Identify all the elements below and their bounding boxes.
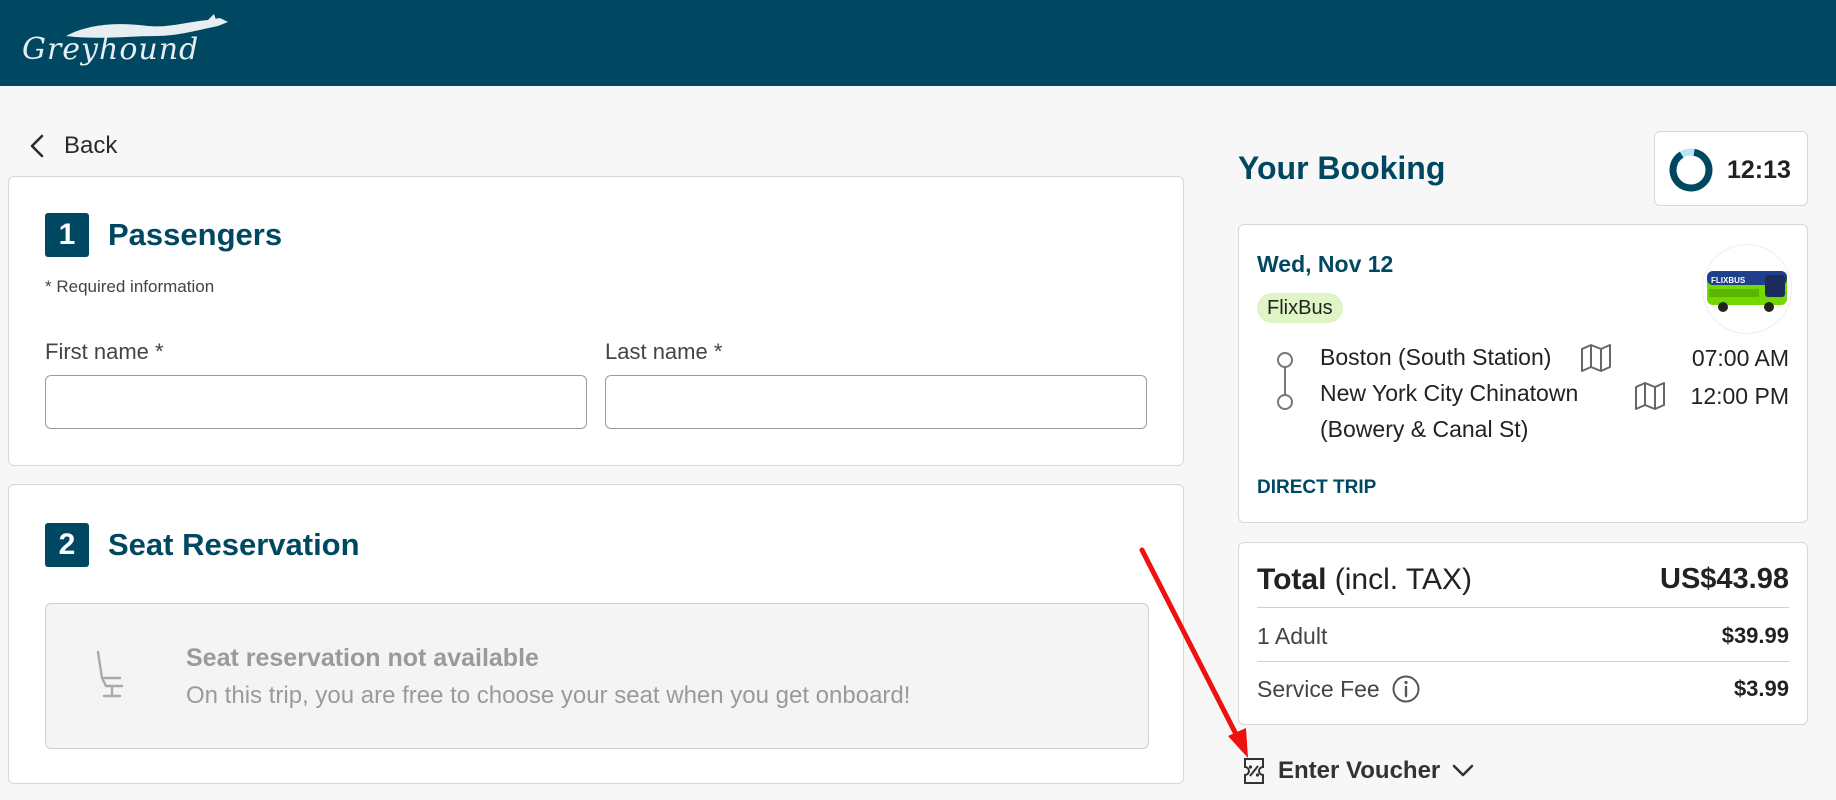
bus-icon: FLIXBUS [1707, 271, 1787, 312]
price-summary: Total (incl. TAX) US$43.98 1 Adult $39.9… [1238, 542, 1808, 725]
arrival-stop-line1: New York City Chinatown [1320, 380, 1579, 406]
departure-time: 07:00 AM [1691, 345, 1789, 371]
section-title: Seat Reservation [108, 527, 360, 562]
first-name-label: First name * [45, 339, 164, 364]
last-name-label: Last name * [605, 339, 723, 364]
enter-voucher-button[interactable]: Enter Voucher [1242, 756, 1474, 786]
total-value: US$43.98 [1660, 563, 1789, 595]
seat-notice: Seat reservation not available On this t… [45, 603, 1149, 749]
voucher-label: Enter Voucher [1278, 757, 1441, 784]
map-icon[interactable] [1633, 381, 1667, 411]
chevron-left-icon [30, 134, 44, 158]
service-fee-value: $3.99 [1733, 676, 1789, 701]
arrival-time: 12:00 PM [1690, 383, 1789, 409]
divider [1257, 607, 1789, 608]
departure-stop: Boston (South Station) [1320, 344, 1552, 370]
seat-notice-text: On this trip, you are free to choose you… [186, 682, 911, 709]
map-icon[interactable] [1579, 343, 1613, 373]
step-number: 2 [45, 523, 89, 567]
total-label-suffix: (incl. TAX) [1334, 563, 1473, 596]
seat-icon [96, 650, 124, 698]
total-label-strong: Total [1257, 563, 1327, 596]
first-name-field[interactable] [45, 375, 587, 429]
adult-label: 1 Adult [1257, 623, 1328, 649]
required-note: * Required information [45, 277, 215, 296]
chevron-down-icon [1452, 764, 1474, 777]
timer-text: 12:13 [1727, 156, 1791, 184]
info-icon[interactable] [1391, 674, 1421, 704]
trip-type: DIRECT TRIP [1257, 477, 1377, 498]
divider [1257, 661, 1789, 662]
service-fee-label: Service Fee [1257, 676, 1380, 702]
greyhound-logo[interactable]: Greyhound [18, 12, 228, 74]
total-label: Total (incl. TAX) [1257, 563, 1472, 597]
seat-notice-title: Seat reservation not available [186, 644, 539, 672]
timer-ring-icon [1669, 148, 1713, 192]
booking-title: Your Booking [1238, 150, 1446, 186]
top-bar: Greyhound [0, 0, 1836, 86]
svg-text:FLIXBUS: FLIXBUS [1711, 276, 1746, 285]
arrival-stop-line2: (Bowery & Canal St) [1320, 416, 1529, 442]
bus-image: FLIXBUS [1702, 244, 1792, 334]
logo-text: Greyhound [22, 32, 200, 67]
section-title: Passengers [108, 217, 283, 252]
back-label: Back [64, 132, 118, 159]
back-button[interactable]: Back [28, 132, 117, 160]
seat-reservation-section: 2 Seat Reservation Seat reservation not … [8, 484, 1184, 784]
trip-card: Wed, Nov 12 FlixBus FLIXBUS Boston (Sout… [1238, 224, 1808, 523]
voucher-icon [1244, 758, 1264, 784]
adult-value: $39.99 [1721, 623, 1789, 648]
carrier-badge: FlixBus [1257, 293, 1343, 323]
last-name-field[interactable] [605, 375, 1147, 429]
trip-date: Wed, Nov 12 [1257, 251, 1394, 277]
passengers-section: 1 Passengers * Required information Firs… [8, 176, 1184, 466]
step-number: 1 [45, 213, 89, 257]
countdown-timer: 12:13 [1654, 131, 1808, 206]
route-timeline-icon [1277, 352, 1293, 410]
